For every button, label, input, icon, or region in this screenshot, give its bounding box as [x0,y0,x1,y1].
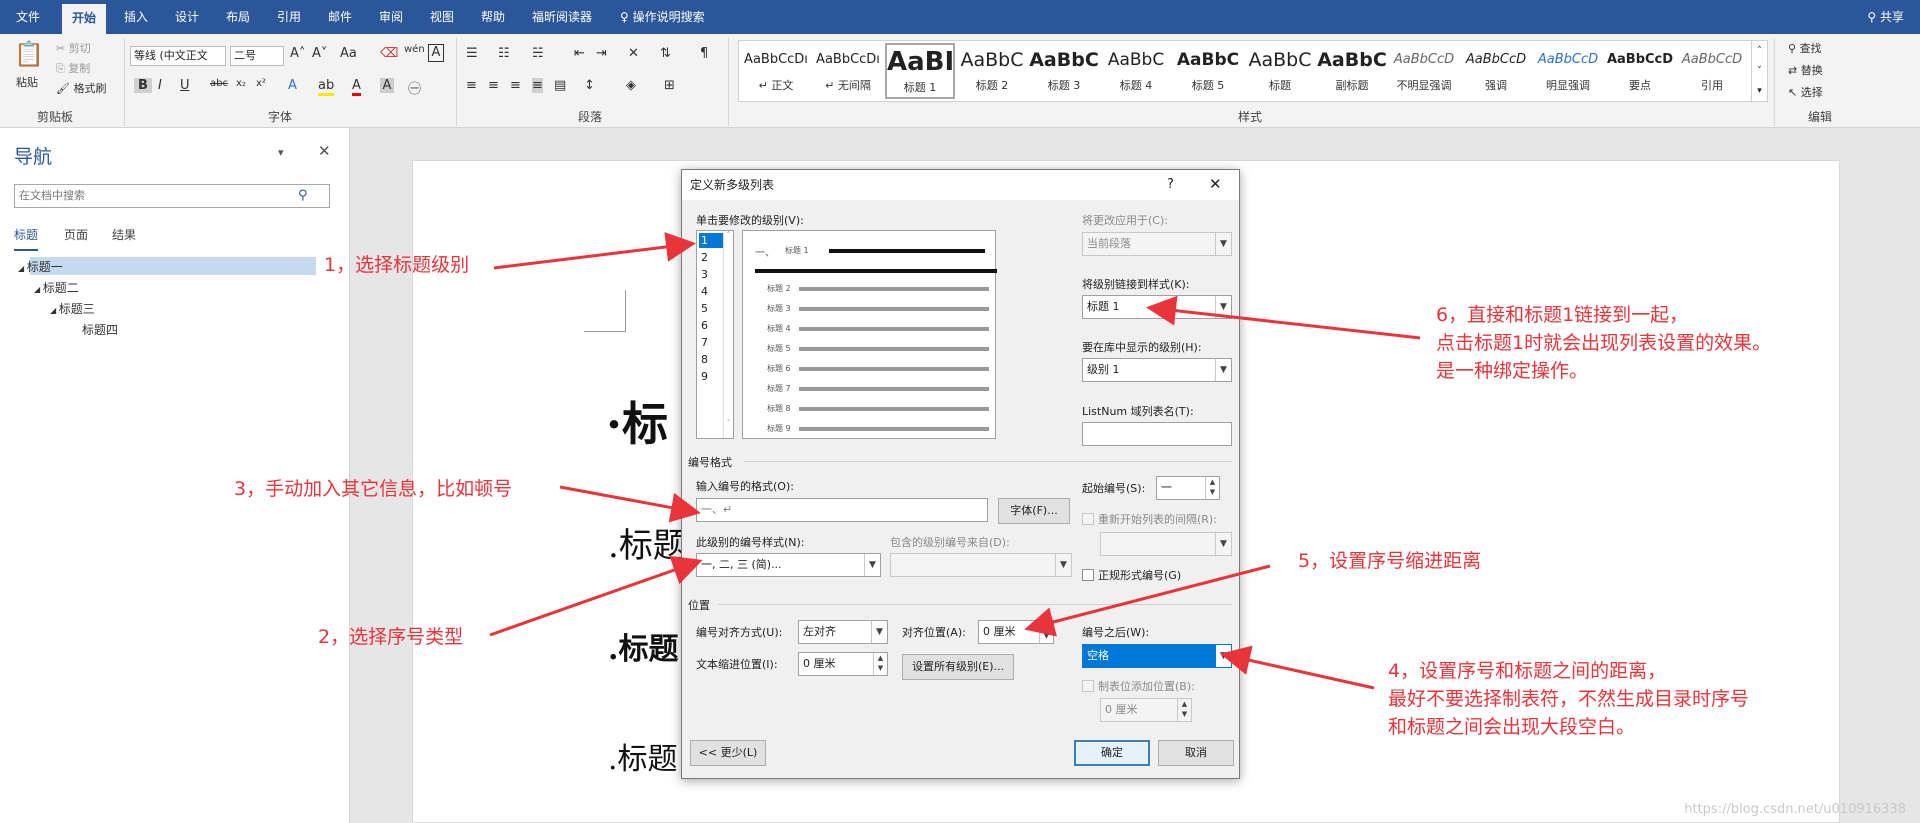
arrow-1 [493,232,696,270]
annotation-4-line3: 和标题之间会出现大段空白。 [1388,716,1636,738]
arrow-5 [1024,564,1271,637]
arrow-2 [489,555,703,637]
annotation-2: 2，选择序号类型 [318,626,464,648]
arrow-3 [559,485,701,523]
arrow-6 [1146,295,1421,340]
annotation-3: 3，手动加入其它信息，比如顿号 [234,478,513,500]
annotation-6-line1: 6，直接和标题1链接到一起， [1436,304,1689,326]
annotation-4-line2: 最好不要选择制表符，不然生成目录时序号 [1388,688,1750,710]
annotation-5: 5，设置序号缩进距离 [1298,550,1482,572]
annotation-6-line3: 是一种绑定操作。 [1436,360,1589,382]
annotation-1: 1，选择标题级别 [324,254,470,276]
watermark: https://blog.csdn.net/u010916338 [1684,802,1906,817]
annotation-6-line2: 点击标题1时就会出现列表设置的效果。 [1436,332,1772,354]
arrow-4 [1220,645,1375,690]
annotation-4-line1: 4，设置序号和标题之间的距离， [1388,660,1667,682]
